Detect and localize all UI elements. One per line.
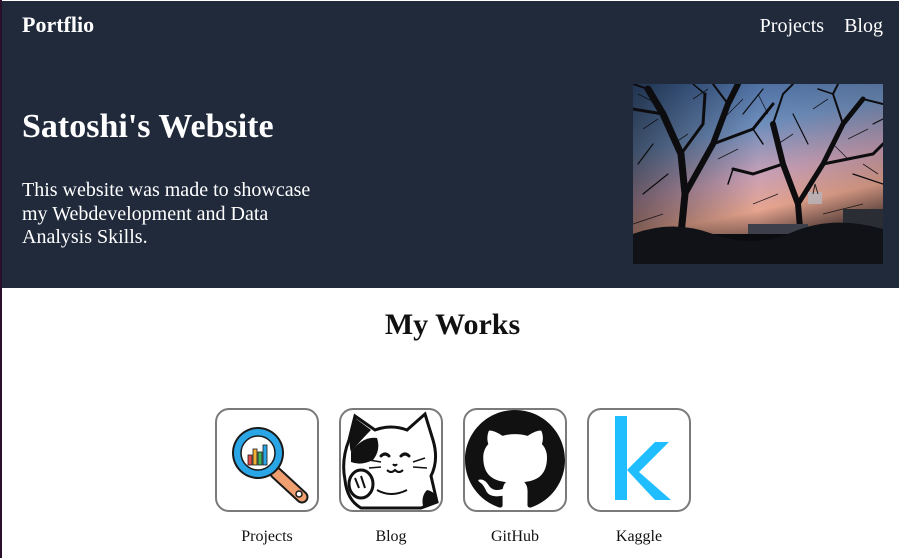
lucky-cat-icon [342, 411, 439, 510]
magnifier-chart-icon [232, 427, 309, 504]
work-item-projects[interactable]: Projects [215, 408, 319, 546]
nav-link-projects[interactable]: Projects [760, 15, 824, 38]
work-tile-blog[interactable] [339, 408, 443, 512]
top-nav: Projects Blog [760, 15, 883, 38]
work-item-kaggle[interactable]: Kaggle [587, 408, 691, 546]
work-item-blog[interactable]: Blog [339, 408, 443, 546]
work-item-github[interactable]: GitHub [463, 408, 567, 546]
nav-link-blog[interactable]: Blog [844, 15, 883, 38]
work-tile-projects[interactable] [215, 408, 319, 512]
work-tile-kaggle[interactable] [587, 408, 691, 512]
work-label-kaggle: Kaggle [615, 528, 663, 545]
work-label-github: GitHub [491, 528, 539, 545]
hero-title: Satoshi's Website [22, 108, 274, 145]
brand-link[interactable]: Portflio [22, 12, 94, 38]
work-label-projects: Projects [241, 528, 293, 545]
hero-top-border [2, 0, 899, 1]
kaggle-k-icon [615, 416, 671, 500]
hero-description: This website was made to showcase my Web… [22, 179, 311, 248]
works-list: Projects Blog GitHub Kaggle [215, 408, 691, 546]
work-label-blog: Blog [375, 528, 407, 545]
hero-photo-sunset-trees [633, 84, 883, 264]
hero-section: Portflio Projects Blog Satoshi's Website… [2, 0, 899, 288]
work-tile-github[interactable] [463, 408, 567, 512]
my-works-heading: My Works [384, 308, 521, 341]
github-octocat-icon [465, 410, 565, 508]
